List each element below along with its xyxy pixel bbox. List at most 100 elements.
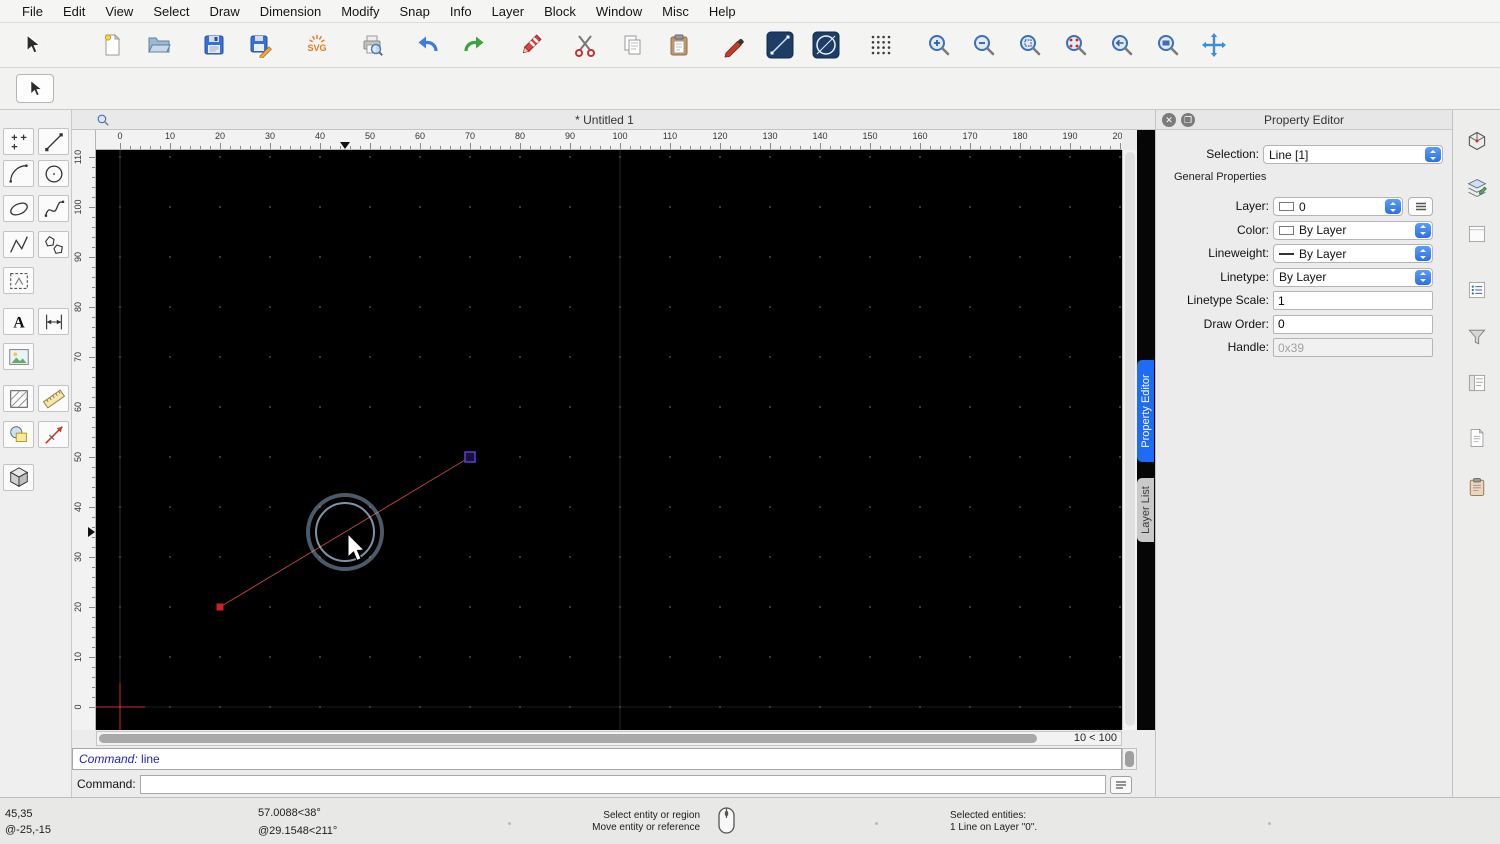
linetype-scale-input[interactable] — [1273, 291, 1433, 310]
h-ruler-tick — [1010, 146, 1011, 149]
drawing-canvas[interactable] — [96, 150, 1122, 730]
menu-item-select[interactable]: Select — [143, 0, 199, 23]
zoom-previous-button[interactable] — [1102, 26, 1142, 64]
menu-item-modify[interactable]: Modify — [331, 0, 389, 23]
linetype-dropdown[interactable]: By Layer — [1273, 267, 1433, 287]
line-entity[interactable] — [216, 451, 476, 611]
draw-ellipse-toggle-button[interactable] — [806, 26, 846, 64]
menu-item-info[interactable]: Info — [440, 0, 482, 23]
cut-button[interactable] — [565, 26, 605, 64]
arc-tool-button[interactable] — [3, 160, 34, 187]
menu-item-draw[interactable]: Draw — [199, 0, 249, 23]
tab-property-editor[interactable]: Property Editor — [1137, 360, 1154, 462]
save-as-button[interactable] — [241, 26, 281, 64]
menu-item-file[interactable]: File — [12, 0, 53, 23]
zoom-auto-button[interactable] — [1010, 26, 1050, 64]
draw-order-label: Draw Order: — [1203, 316, 1269, 331]
paste-button[interactable] — [659, 26, 699, 64]
svg-export-button[interactable]: SVG — [297, 26, 337, 64]
menu-item-layer[interactable]: Layer — [482, 0, 535, 23]
menu-item-dimension[interactable]: Dimension — [250, 0, 331, 23]
menu-item-block[interactable]: Block — [534, 0, 586, 23]
layer-menu-button[interactable] — [1408, 197, 1433, 216]
menu-item-snap[interactable]: Snap — [390, 0, 440, 23]
draw-order-input[interactable] — [1273, 314, 1433, 334]
h-ruler-label: 120 — [712, 131, 728, 141]
spline-tool-button[interactable] — [38, 195, 69, 222]
panel-detach-button[interactable]: ❐ — [1181, 113, 1195, 127]
save-button[interactable] — [194, 26, 234, 64]
solid-3d-tool-button[interactable] — [3, 464, 34, 491]
horizontal-scrollbar-thumb[interactable] — [99, 734, 1037, 743]
command-input[interactable] — [140, 775, 1106, 794]
menu-item-view[interactable]: View — [95, 0, 143, 23]
image-tool-button[interactable] — [3, 343, 34, 370]
order-tool-button[interactable] — [3, 421, 34, 448]
v-ruler-tick — [92, 417, 95, 418]
v-ruler-tick — [92, 267, 95, 268]
h-ruler-tick — [1120, 143, 1121, 149]
dock-document-panel-toggle[interactable] — [1464, 425, 1490, 451]
menu-item-help[interactable]: Help — [699, 0, 746, 23]
selection-dropdown[interactable]: Line [1] — [1263, 145, 1443, 164]
panel-close-button[interactable]: ✕ — [1162, 113, 1176, 127]
dock-filter-toggle[interactable] — [1464, 324, 1490, 350]
command-history-scrollbar-thumb[interactable] — [1125, 751, 1134, 767]
points-tool-button[interactable] — [3, 128, 34, 155]
selection-pointer-button[interactable] — [16, 74, 54, 103]
zoom-out-button[interactable] — [964, 26, 1004, 64]
ellipse-tool-button[interactable] — [3, 195, 34, 222]
hatch-tool-button[interactable] — [3, 385, 34, 412]
polyline-tool-button[interactable] — [3, 231, 34, 258]
color-dropdown[interactable]: By Layer — [1273, 220, 1433, 240]
command-options-button[interactable] — [1110, 776, 1132, 794]
horizontal-scrollbar[interactable]: 10 < 100 — [96, 731, 1122, 746]
dimension-tool-button[interactable] — [38, 308, 69, 335]
copy-button[interactable] — [613, 26, 653, 64]
select-region-tool-button[interactable] — [3, 267, 34, 294]
vertical-scrollbar-thumb[interactable] — [1125, 152, 1135, 726]
zoom-pan-button[interactable] — [1194, 26, 1234, 64]
new-document-icon — [100, 32, 126, 58]
command-history-scrollbar[interactable] — [1122, 748, 1137, 770]
polygon-tool-button[interactable] — [38, 231, 69, 258]
dock-layer-list-toggle[interactable] — [1464, 175, 1490, 201]
menu-item-edit[interactable]: Edit — [53, 0, 95, 23]
layer-dropdown[interactable]: 0 — [1273, 197, 1403, 216]
vertical-scrollbar[interactable] — [1122, 150, 1137, 730]
measure-tool-button[interactable] — [38, 385, 69, 412]
dock-library-toggle[interactable] — [1464, 370, 1490, 396]
h-ruler-tick — [720, 143, 721, 149]
lineweight-dropdown[interactable]: By Layer — [1273, 244, 1433, 263]
tab-layer-list[interactable]: Layer List — [1137, 478, 1154, 542]
draw-line-toggle-button[interactable] — [760, 26, 800, 64]
edit-attributes-button[interactable] — [714, 26, 754, 64]
dock-blank-panel-toggle[interactable] — [1464, 221, 1490, 247]
select-arrow-button[interactable] — [12, 26, 52, 64]
command-history[interactable]: Command: line — [72, 748, 1122, 770]
circle-tool-button[interactable] — [38, 160, 69, 187]
menu-item-misc[interactable]: Misc — [652, 0, 699, 23]
h-ruler-label: 160 — [912, 131, 928, 141]
v-ruler-tick — [92, 537, 95, 538]
open-file-button[interactable] — [139, 26, 179, 64]
delete-entity-button[interactable] — [511, 26, 551, 64]
grid-toggle-button[interactable] — [861, 26, 901, 64]
zoom-redraw-button[interactable] — [1056, 26, 1096, 64]
redo-button[interactable] — [454, 26, 494, 64]
main-toolbar: SVG — [0, 23, 1500, 68]
dock-property-list-toggle[interactable] — [1464, 277, 1490, 303]
undo-button[interactable] — [408, 26, 448, 64]
explode-tool-button[interactable] — [38, 421, 69, 448]
h-ruler-tick — [540, 146, 541, 149]
zoom-in-button[interactable] — [919, 26, 959, 64]
new-document-button[interactable] — [93, 26, 133, 64]
text-tool-button[interactable]: A — [3, 308, 34, 335]
dock-clipboard-panel-toggle[interactable] — [1464, 474, 1490, 500]
dock-cad-tools-toggle[interactable] — [1464, 128, 1490, 154]
h-ruler-tick — [190, 146, 191, 149]
menu-item-window[interactable]: Window — [586, 0, 652, 23]
zoom-window-button[interactable] — [1148, 26, 1188, 64]
line-tool-button[interactable] — [38, 128, 69, 155]
print-preview-button[interactable] — [352, 26, 392, 64]
